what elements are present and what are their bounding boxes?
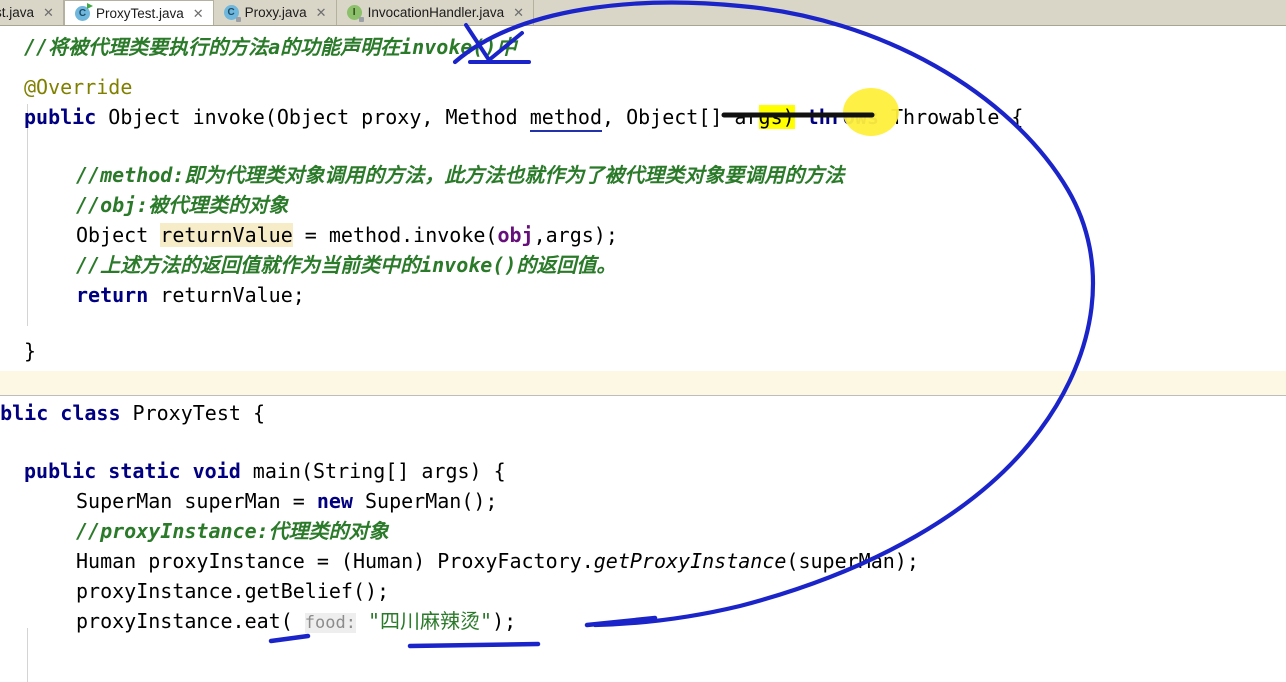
- code-token: , Object[] ar: [601, 105, 759, 129]
- code-token: SuperMan superMan =: [76, 489, 317, 513]
- code-token: return: [76, 283, 149, 307]
- tab-label: st.java: [0, 5, 35, 20]
- code-line[interactable]: SuperMan superMan = new SuperMan();: [76, 486, 497, 516]
- code-token: class: [60, 401, 121, 425]
- java-interface-locked-icon: I: [346, 5, 364, 22]
- code-token: void: [192, 459, 241, 483]
- code-token: "四川麻辣烫": [368, 609, 493, 633]
- code-line[interactable]: proxyInstance.eat( food: "四川麻辣烫");: [76, 606, 516, 638]
- code-token: food:: [304, 613, 356, 633]
- tab-label: InvocationHandler.java: [367, 5, 505, 20]
- code-line[interactable]: Human proxyInstance = (Human) ProxyFacto…: [76, 546, 919, 576]
- code-token: Object invoke(Object proxy, Method: [96, 105, 530, 129]
- code-token: new: [316, 489, 353, 513]
- tab-close-icon[interactable]: ✕: [316, 6, 327, 19]
- code-line[interactable]: //将被代理类要执行的方法a的功能声明在invoke()中: [24, 32, 516, 62]
- code-line[interactable]: //proxyInstance:代理类的对象: [76, 516, 389, 546]
- code-token: Human proxyInstance = (Human) ProxyFacto…: [76, 549, 594, 573]
- code-token: main(String[] args) {: [240, 459, 506, 483]
- code-token: proxyInstance.getBelief();: [76, 579, 390, 603]
- code-token: (superMan);: [786, 549, 919, 573]
- code-token: }: [24, 339, 37, 363]
- code-token: //proxyInstance:代理类的对象: [76, 519, 389, 543]
- args-highlight-blob: [843, 88, 899, 136]
- tab-label: Proxy.java: [244, 5, 307, 20]
- code-token: proxyInstance.eat(: [76, 609, 305, 633]
- indent-guide: [27, 104, 28, 326]
- code-token: public: [24, 105, 97, 129]
- code-token: returnValue;: [148, 283, 305, 307]
- code-line[interactable]: public class ProxyTest {: [0, 398, 265, 428]
- tab-st-java[interactable]: C st.java ✕: [0, 0, 64, 25]
- code-token: method: [529, 105, 602, 132]
- tab-proxy-java[interactable]: C Proxy.java ✕: [213, 0, 337, 25]
- code-token: = method.invoke(: [292, 223, 498, 247]
- code-token: //将被代理类要执行的方法a的功能声明在invoke()中: [24, 35, 517, 59]
- code-token: );: [492, 609, 517, 633]
- code-line[interactable]: public static void main(String[] args) {: [24, 456, 506, 486]
- code-token: public: [24, 459, 97, 483]
- code-token: gs): [758, 105, 795, 129]
- code-token: obj: [497, 223, 534, 247]
- code-token: ,args);: [533, 223, 618, 247]
- code-token: public: [0, 401, 49, 425]
- tab-proxytest-java[interactable]: C ProxyTest.java ✕: [63, 0, 214, 25]
- java-class-locked-icon: C: [223, 5, 241, 22]
- code-token: SuperMan();: [352, 489, 498, 513]
- java-runnable-class-icon: C: [74, 2, 93, 21]
- code-line[interactable]: Object returnValue = method.invoke(obj,a…: [76, 220, 618, 250]
- code-token: //obj:被代理类的对象: [76, 193, 289, 217]
- editor-tab-bar: C st.java ✕ C ProxyTest.java ✕ C Proxy.j…: [0, 0, 1286, 26]
- tab-close-icon[interactable]: ✕: [193, 7, 204, 20]
- code-token: ProxyTest {: [120, 401, 266, 425]
- code-line[interactable]: //method:即为代理类对象调用的方法，此方法也就作为了被代理类对象要调用的…: [76, 160, 844, 190]
- editor-pane-invocationhandler[interactable]: //将被代理类要执行的方法a的功能声明在invoke()中 @Override pu…: [0, 26, 1286, 371]
- tab-label: ProxyTest.java: [95, 5, 184, 21]
- code-line[interactable]: proxyInstance.getBelief();: [76, 576, 389, 606]
- pane-separator-band: [0, 371, 1286, 396]
- code-token: static: [108, 459, 181, 483]
- code-line[interactable]: @Override: [24, 72, 132, 102]
- code-token: Object: [76, 223, 161, 247]
- code-token: getProxyInstance: [593, 549, 787, 573]
- code-token: returnValue: [160, 223, 293, 247]
- indent-guide: [27, 628, 28, 682]
- code-token: @Override: [24, 75, 133, 99]
- tab-close-icon[interactable]: ✕: [513, 6, 524, 19]
- code-line[interactable]: //obj:被代理类的对象: [76, 190, 288, 220]
- code-token: //上述方法的返回值就作为当前类中的invoke()的返回值。: [76, 253, 617, 277]
- editor-pane-proxytest[interactable]: public class ProxyTest {public static vo…: [0, 396, 1286, 682]
- code-line[interactable]: }: [24, 336, 36, 366]
- code-token: //method:即为代理类对象调用的方法，此方法也就作为了被代理类对象要调用的…: [76, 163, 845, 187]
- code-line[interactable]: return returnValue;: [76, 280, 305, 310]
- code-line[interactable]: //上述方法的返回值就作为当前类中的invoke()的返回值。: [76, 250, 616, 280]
- tab-invocationhandler-java[interactable]: I InvocationHandler.java ✕: [336, 0, 535, 25]
- tab-close-icon[interactable]: ✕: [43, 6, 54, 19]
- code-token: Throwable {: [878, 105, 1024, 129]
